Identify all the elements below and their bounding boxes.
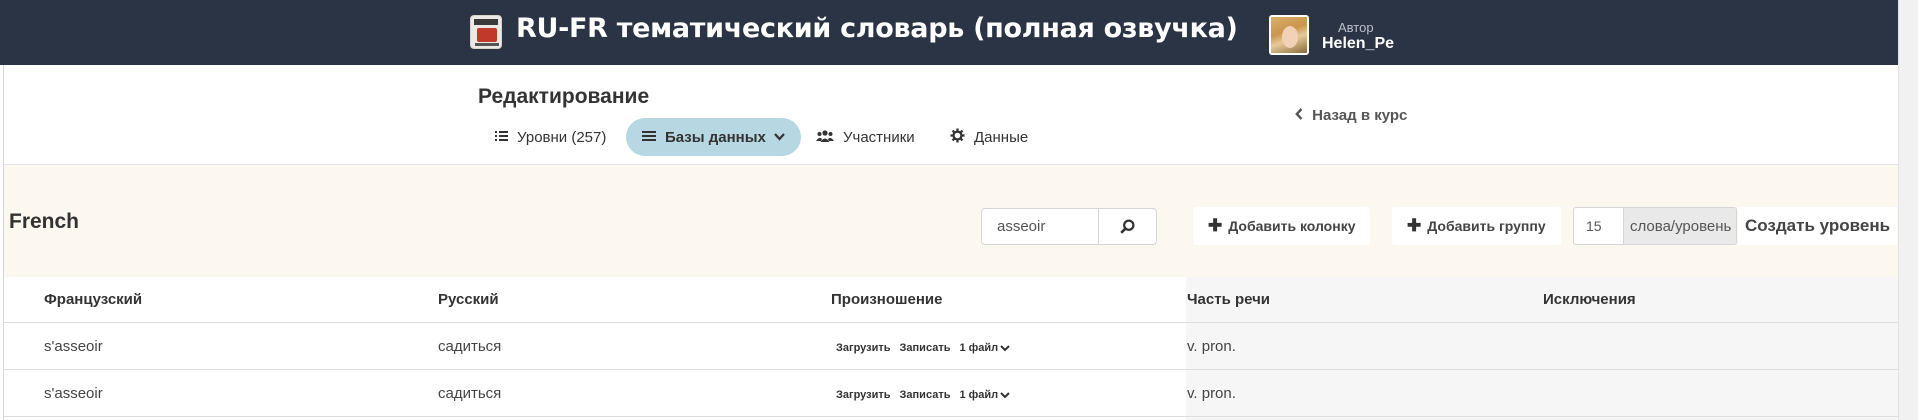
author-avatar[interactable] [1269,15,1309,55]
words-per-level-unit: слова/уровень [1623,207,1738,245]
table-row: s'asseoir садиться Загрузить Записать 1 … [0,371,1898,417]
words-per-level-group: 15 слова/уровень [1573,207,1738,245]
add-group-label: Добавить группу [1427,218,1546,234]
tab-levels-label: Уровни (257) [517,128,607,146]
tab-levels[interactable]: Уровни (257) [495,118,606,156]
column-header-pronunciation[interactable]: Произношение [831,291,942,308]
search-input[interactable] [982,209,1098,244]
database-toolbar: French ✚ Добавить колонку ✚ Добавить гру… [0,165,1898,277]
create-level-button[interactable]: Создать уровень [1738,207,1898,245]
cell-part-of-speech[interactable]: v. pron. [1187,385,1236,402]
tab-participants[interactable]: Участники [816,118,915,156]
course-thumbnail[interactable] [470,15,502,49]
tab-data-label: Данные [974,128,1029,146]
menu-icon [642,129,656,145]
gear-icon [950,128,965,146]
top-header: RU-FR тематический словарь (полная озвуч… [0,0,1898,65]
pronunciation-controls: Загрузить Записать 1 файл [836,342,1019,354]
back-to-course-link[interactable]: Назад в курс [1295,107,1407,124]
tab-participants-label: Участники [843,128,915,146]
cell-french[interactable]: s'asseoir [44,338,103,355]
search-box [981,208,1157,245]
tab-data[interactable]: Данные [950,118,1028,156]
chevron-down-icon[interactable] [1000,344,1010,352]
search-icon [1120,219,1135,234]
table-row: s'asseoir садиться Загрузить Записать 1 … [0,324,1898,370]
audio-files-dropdown[interactable]: 1 файл [959,342,998,354]
words-per-level-input[interactable]: 15 [1573,207,1623,245]
tab-databases-label: Базы данных [665,128,766,146]
database-name: French [9,210,80,233]
pronunciation-controls: Загрузить Записать 1 файл [836,389,1019,401]
upload-audio-button[interactable]: Загрузить [836,389,891,401]
course-title[interactable]: RU-FR тематический словарь (полная озвуч… [516,13,1238,44]
cell-part-of-speech[interactable]: v. pron. [1187,338,1236,355]
author-name[interactable]: Helen_Pe [1322,35,1394,53]
add-column-button[interactable]: ✚ Добавить колонку [1193,207,1371,245]
upload-audio-button[interactable]: Загрузить [836,342,891,354]
cell-russian[interactable]: садиться [438,338,501,355]
list-icon [495,129,508,145]
plus-icon: ✚ [1208,216,1223,235]
cell-russian[interactable]: садиться [438,385,501,402]
vertical-scrollbar[interactable] [1898,0,1918,420]
add-group-button[interactable]: ✚ Добавить группу [1392,207,1561,245]
add-column-label: Добавить колонку [1228,218,1356,234]
author-label: Автор [1338,20,1374,35]
back-to-course-label: Назад в курс [1312,107,1408,124]
search-button[interactable] [1098,209,1156,244]
chevron-down-icon [774,133,785,141]
column-header-russian[interactable]: Русский [438,291,499,308]
cell-french[interactable]: s'asseoir [44,385,103,402]
tab-databases[interactable]: Базы данных [626,118,801,156]
left-border [0,65,4,420]
edit-navigation: Редактирование Уровни (257) Базы данных … [0,65,1898,165]
chevron-down-icon[interactable] [1000,391,1010,399]
record-audio-button[interactable]: Записать [900,342,951,354]
page-title: Редактирование [478,85,650,108]
column-header-french[interactable]: Французский [44,291,142,308]
chevron-left-icon [1295,107,1303,124]
column-header-exceptions[interactable]: Исключения [1543,291,1636,308]
plus-icon: ✚ [1407,216,1422,235]
table-header: Французский Русский Произношение Часть р… [0,277,1898,323]
audio-files-dropdown[interactable]: 1 файл [959,389,998,401]
page: RU-FR тематический словарь (полная озвуч… [0,0,1918,420]
column-header-part-of-speech[interactable]: Часть речи [1187,291,1270,308]
users-icon [816,129,834,145]
record-audio-button[interactable]: Записать [900,389,951,401]
